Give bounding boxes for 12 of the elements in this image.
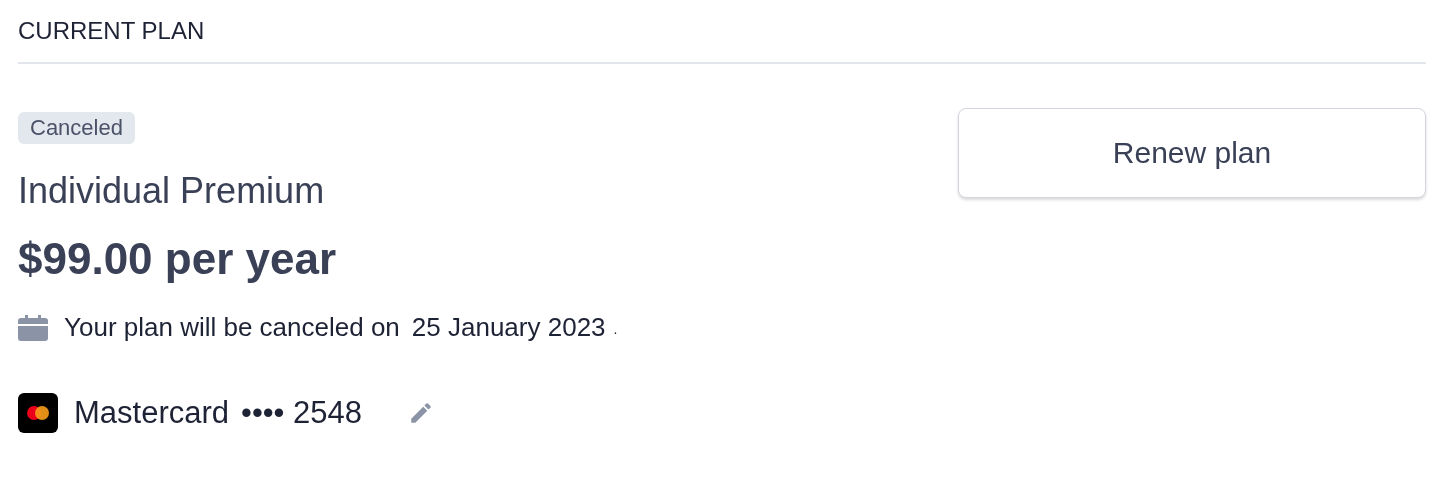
cancel-date: 25 January 2023 — [411, 312, 606, 343]
renew-plan-button[interactable]: Renew plan — [958, 108, 1426, 198]
plan-name: Individual Premium — [18, 170, 325, 212]
card-number: •••• 2548 — [241, 395, 363, 431]
calendar-icon — [18, 314, 48, 341]
period-mark: . — [613, 321, 618, 339]
cancel-notice: Your plan will be canceled on — [64, 312, 400, 343]
plan-price: $99.00 per year — [18, 234, 337, 284]
card-brand: Mastercard — [74, 395, 230, 431]
card-brand-icon — [18, 393, 58, 433]
section-title: CURRENT PLAN — [18, 16, 206, 46]
status-badge: Canceled — [18, 112, 135, 144]
